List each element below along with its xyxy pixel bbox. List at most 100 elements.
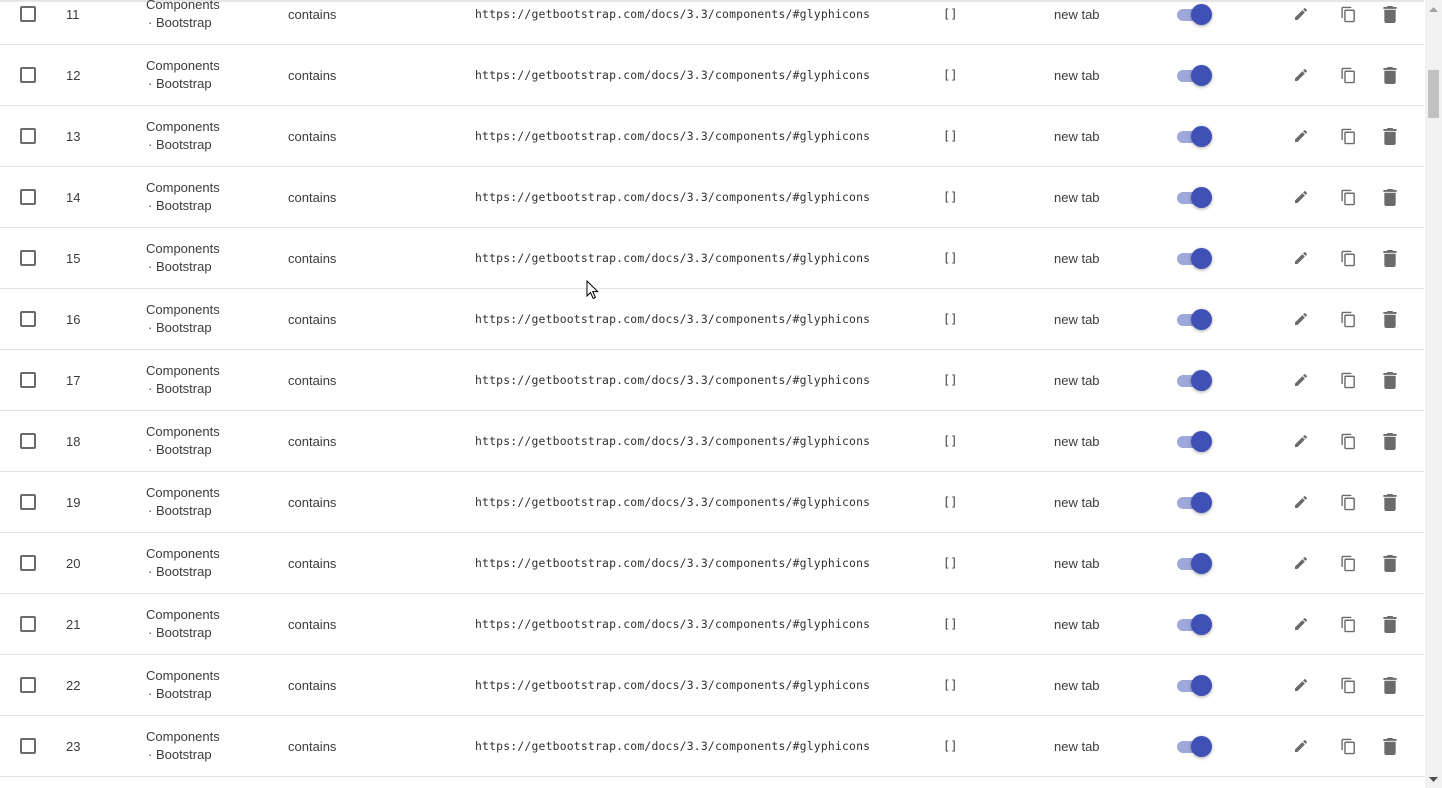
delete-button[interactable] [1383,167,1397,227]
row-name: Components · Bootstrap [146,655,226,715]
enabled-toggle[interactable] [1177,247,1213,269]
pencil-icon [1293,494,1309,510]
duplicate-button[interactable] [1340,45,1356,105]
row-url: https://getbootstrap.com/docs/3.3/compon… [475,0,870,44]
enabled-toggle[interactable] [1177,735,1213,757]
row-checkbox[interactable] [20,250,36,266]
pencil-icon [1293,677,1309,693]
enabled-toggle[interactable] [1177,186,1213,208]
scrollbar-thumb[interactable] [1428,70,1439,118]
delete-button[interactable] [1383,45,1397,105]
edit-button[interactable] [1293,411,1309,471]
delete-button[interactable] [1383,472,1397,532]
row-id: 19 [66,472,80,532]
toggle-knob [1191,736,1212,757]
duplicate-button[interactable] [1340,106,1356,166]
row-name-line1: Components [146,363,220,378]
delete-button[interactable] [1383,289,1397,349]
trash-icon [1383,310,1397,328]
row-name-line1: Components [146,546,220,561]
row-checkbox[interactable] [20,433,36,449]
row-checkbox[interactable] [20,311,36,327]
edit-button[interactable] [1293,472,1309,532]
delete-button[interactable] [1383,716,1397,776]
delete-button[interactable] [1383,0,1397,44]
duplicate-button[interactable] [1340,289,1356,349]
row-tags-text: [] [943,678,958,692]
delete-button[interactable] [1383,655,1397,715]
pencil-icon [1293,433,1309,449]
enabled-toggle[interactable] [1177,308,1213,330]
copy-icon [1340,5,1357,24]
duplicate-button[interactable] [1340,594,1356,654]
edit-button[interactable] [1293,594,1309,654]
duplicate-button[interactable] [1340,472,1356,532]
enabled-toggle[interactable] [1177,64,1213,86]
row-name-line1: Components [146,485,220,500]
duplicate-button[interactable] [1340,411,1356,471]
row-checkbox[interactable] [20,555,36,571]
delete-button[interactable] [1383,106,1397,166]
delete-button[interactable] [1383,228,1397,288]
row-tags: [] [943,228,957,288]
row-match-text: contains [288,555,337,571]
row-checkbox[interactable] [20,616,36,632]
row-id: 13 [66,106,80,166]
delete-button[interactable] [1383,594,1397,654]
duplicate-button[interactable] [1340,533,1356,593]
row-checkbox[interactable] [20,6,36,22]
edit-button[interactable] [1293,45,1309,105]
row-name-line1: Components [146,668,220,683]
duplicate-button[interactable] [1340,167,1356,227]
edit-button[interactable] [1293,228,1309,288]
row-checkbox[interactable] [20,128,36,144]
row-url: https://getbootstrap.com/docs/3.3/compon… [475,167,870,227]
copy-icon [1340,249,1357,268]
row-enabled-cell [1177,228,1213,288]
edit-button[interactable] [1293,655,1309,715]
enabled-toggle[interactable] [1177,491,1213,513]
table-row: 12 Components · Bootstrap contains https… [0,45,1424,106]
row-url-text: https://getbootstrap.com/docs/3.3/compon… [475,617,871,631]
row-name: Components · Bootstrap [146,0,226,44]
duplicate-button[interactable] [1340,350,1356,410]
delete-button[interactable] [1383,533,1397,593]
enabled-toggle[interactable] [1177,430,1213,452]
vertical-scrollbar[interactable] [1425,0,1442,788]
edit-button[interactable] [1293,533,1309,593]
row-checkbox[interactable] [20,677,36,693]
row-name: Components · Bootstrap [146,45,226,105]
delete-button[interactable] [1383,350,1397,410]
enabled-toggle[interactable] [1177,552,1213,574]
enabled-toggle[interactable] [1177,3,1213,25]
enabled-toggle[interactable] [1177,125,1213,147]
duplicate-button[interactable] [1340,716,1356,776]
delete-button[interactable] [1383,411,1397,471]
row-checkbox[interactable] [20,738,36,754]
edit-button[interactable] [1293,106,1309,166]
row-checkbox[interactable] [20,372,36,388]
edit-button[interactable] [1293,167,1309,227]
duplicate-button[interactable] [1340,655,1356,715]
enabled-toggle[interactable] [1177,674,1213,696]
edit-button[interactable] [1293,289,1309,349]
row-checkbox[interactable] [20,189,36,205]
edit-button[interactable] [1293,0,1309,44]
duplicate-button[interactable] [1340,228,1356,288]
duplicate-button[interactable] [1340,0,1356,44]
scroll-down-arrow-icon[interactable] [1425,771,1442,788]
scroll-up-arrow-icon[interactable] [1425,0,1442,17]
row-enabled-cell [1177,0,1213,44]
row-tags-text: [] [943,373,958,387]
row-enabled-cell [1177,289,1213,349]
enabled-toggle[interactable] [1177,369,1213,391]
row-checkbox[interactable] [20,494,36,510]
row-checkbox[interactable] [20,67,36,83]
edit-button[interactable] [1293,350,1309,410]
row-enabled-cell [1177,533,1213,593]
row-name-line2: · Bootstrap [148,259,212,274]
edit-button[interactable] [1293,716,1309,776]
row-open-mode: new tab [1054,350,1100,410]
row-open-text: new tab [1054,311,1100,327]
enabled-toggle[interactable] [1177,613,1213,635]
